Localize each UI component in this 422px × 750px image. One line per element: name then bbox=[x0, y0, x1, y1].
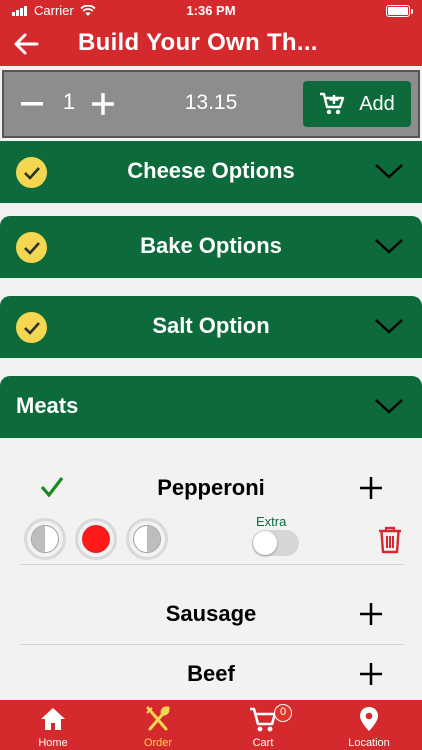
meat-item-sausage[interactable]: Sausage bbox=[0, 596, 422, 636]
tab-label: Location bbox=[348, 737, 390, 749]
extra-toggle[interactable] bbox=[252, 530, 299, 556]
plus-icon bbox=[92, 93, 114, 115]
tab-home[interactable]: Home bbox=[8, 700, 98, 750]
home-icon bbox=[41, 708, 65, 730]
chevron-down-icon bbox=[375, 319, 403, 334]
whole-portion-button[interactable] bbox=[75, 518, 117, 560]
quantity-value: 1 bbox=[62, 89, 76, 114]
tab-location[interactable]: Location bbox=[324, 700, 414, 750]
tab-label: Cart bbox=[252, 737, 274, 749]
tab-cart[interactable]: 0 Cart bbox=[218, 700, 308, 750]
section-bake-options[interactable]: Bake Options bbox=[0, 216, 422, 278]
add-to-cart-button[interactable]: Add bbox=[303, 81, 411, 127]
chevron-down-icon bbox=[375, 164, 403, 179]
decrease-quantity-button[interactable] bbox=[18, 88, 46, 120]
item-name: Pepperoni bbox=[157, 475, 265, 500]
extra-label: Extra bbox=[256, 514, 287, 529]
cart-badge: 0 bbox=[274, 704, 292, 722]
whole-circle-icon bbox=[82, 525, 110, 553]
toggle-knob bbox=[253, 531, 277, 555]
status-time: 1:36 PM bbox=[186, 3, 236, 18]
left-half-portion-button[interactable] bbox=[24, 518, 66, 560]
section-title: Bake Options bbox=[140, 233, 282, 258]
quantity-bar: 1 13.15 Add bbox=[2, 70, 420, 138]
tab-bar: Home Order 0 Cart Location bbox=[0, 700, 422, 750]
right-half-icon bbox=[133, 525, 161, 553]
tab-order[interactable]: Order bbox=[113, 700, 203, 750]
plus-icon[interactable] bbox=[360, 603, 382, 625]
add-button-label: Add bbox=[359, 92, 395, 115]
item-name: Beef bbox=[187, 661, 235, 686]
trash-icon[interactable] bbox=[376, 525, 404, 555]
meat-item-beef[interactable]: Beef bbox=[0, 656, 422, 696]
tab-label: Home bbox=[38, 737, 68, 749]
item-price: 13.15 bbox=[184, 91, 238, 114]
battery-icon bbox=[386, 5, 410, 17]
section-title: Salt Option bbox=[152, 313, 270, 338]
section-title: Meats bbox=[16, 393, 79, 418]
section-meats[interactable]: Meats bbox=[0, 376, 422, 438]
section-title: Cheese Options bbox=[127, 158, 295, 183]
utensils-icon bbox=[146, 706, 170, 731]
section-salt-option[interactable]: Salt Option bbox=[0, 296, 422, 358]
tab-label: Order bbox=[143, 737, 173, 749]
divider bbox=[20, 644, 403, 645]
chevron-down-icon bbox=[375, 239, 403, 254]
minus-icon bbox=[21, 102, 43, 106]
plus-icon[interactable] bbox=[360, 477, 382, 499]
navigation-bar: Build Your Own Th... bbox=[0, 22, 422, 66]
section-cheese-options[interactable]: Cheese Options bbox=[0, 141, 422, 203]
location-pin-icon bbox=[360, 707, 378, 731]
status-bar: Carrier 1:36 PM bbox=[0, 0, 422, 22]
battery-tip bbox=[411, 9, 413, 14]
plus-icon[interactable] bbox=[360, 663, 382, 685]
page-title: Build Your Own Th... bbox=[78, 29, 318, 56]
right-half-portion-button[interactable] bbox=[126, 518, 168, 560]
add-to-cart-icon bbox=[320, 92, 345, 115]
chevron-down-icon bbox=[375, 399, 403, 414]
increase-quantity-button[interactable] bbox=[88, 88, 118, 120]
back-arrow-icon[interactable] bbox=[12, 30, 40, 58]
divider bbox=[20, 564, 403, 565]
left-half-icon bbox=[31, 525, 59, 553]
item-name: Sausage bbox=[165, 601, 257, 626]
cart-icon bbox=[250, 707, 277, 732]
meat-item-pepperoni[interactable]: Pepperoni bbox=[0, 470, 422, 510]
